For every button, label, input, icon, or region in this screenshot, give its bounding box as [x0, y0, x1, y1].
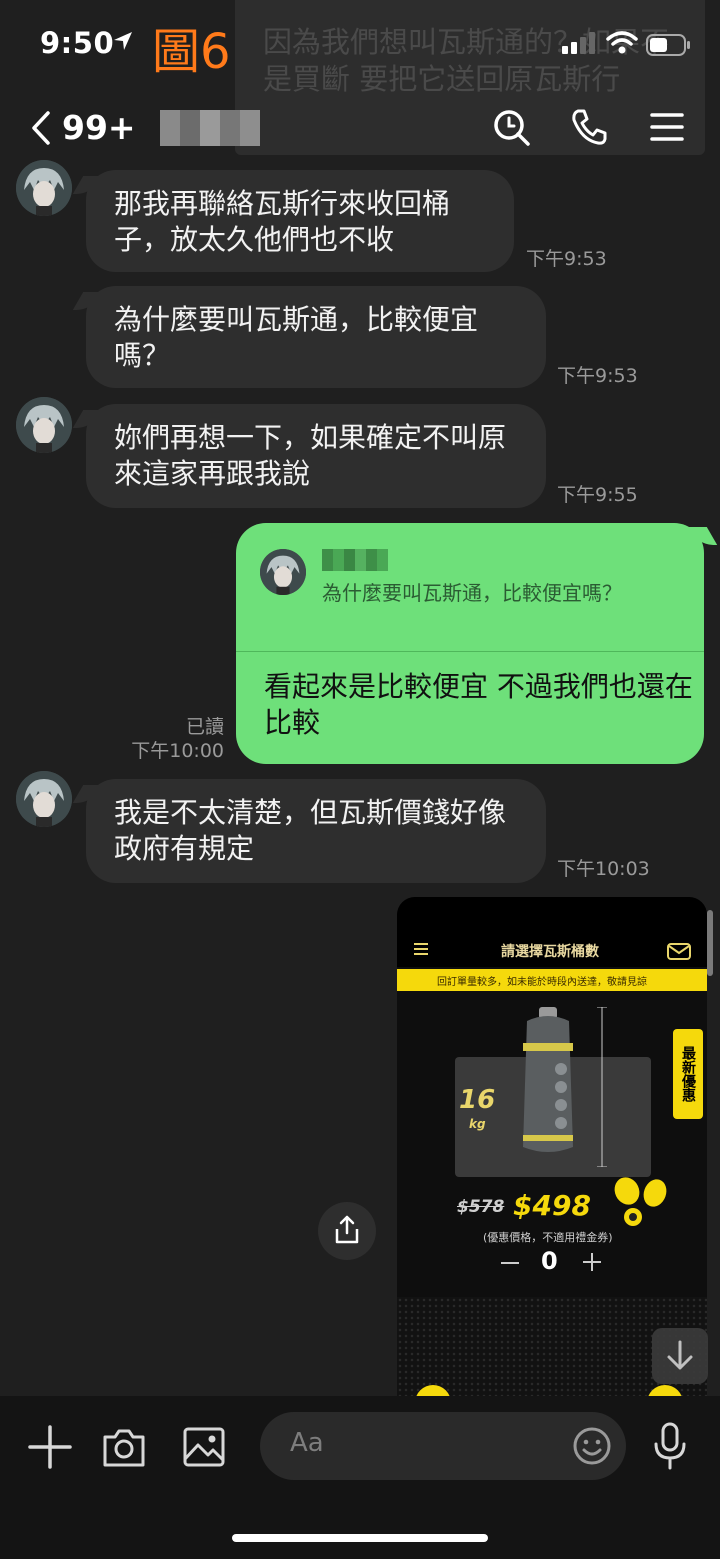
minus-icon: [501, 1262, 519, 1264]
image-title: 請選擇瓦斯桶數: [501, 944, 599, 960]
phone-icon[interactable]: [570, 108, 608, 146]
avatar[interactable]: [16, 397, 72, 453]
gallery-icon[interactable]: [182, 1425, 226, 1469]
message-input[interactable]: Aa: [260, 1412, 626, 1480]
message-input-placeholder: Aa: [290, 1428, 324, 1458]
message-timestamp: 下午10:03: [557, 858, 650, 880]
message-timestamp: 下午10:00: [131, 740, 224, 762]
notification-banner[interactable]: 因為我們想叫瓦斯通的？如果不是買斷 要把它送回原瓦斯行: [235, 0, 705, 155]
plus-icon[interactable]: [28, 1425, 72, 1469]
battery-icon: [646, 34, 690, 56]
avatar[interactable]: [16, 771, 72, 827]
wifi-icon: [606, 31, 638, 54]
lightbulb-icon: [614, 1177, 667, 1226]
signal-icon: [562, 32, 595, 54]
search-icon[interactable]: [492, 108, 532, 148]
price-note: (優惠價格，不適用禮金券): [483, 1231, 613, 1244]
gas-tank-image: [523, 1007, 573, 1152]
read-status: 已讀: [185, 716, 224, 738]
tank-weight: 16: [459, 1085, 496, 1115]
message-text: 我是不太清楚，但瓦斯價錢好像政府有規定: [114, 796, 507, 865]
message-bubble-incoming[interactable]: 為什麼要叫瓦斯通，比較便宜嗎？: [86, 286, 546, 388]
message-timestamp: 下午9:53: [557, 365, 638, 387]
promo-side-tag: 最新優惠: [673, 1029, 703, 1119]
sale-price: $498: [513, 1189, 591, 1222]
reply-avatar: [260, 549, 306, 595]
share-button[interactable]: [318, 1202, 376, 1260]
emoji-icon[interactable]: [572, 1426, 612, 1466]
message-text: 為什麼要叫瓦斯通，比較便宜嗎？: [114, 303, 479, 372]
mail-icon: [667, 943, 691, 960]
reply-sender-blurred: [322, 549, 388, 571]
back-chevron-icon[interactable]: [30, 110, 52, 146]
message-bubble-incoming[interactable]: 那我再聯絡瓦斯行來收回桶子，放太久他們也不收: [86, 170, 514, 272]
message-text: 妳們再想一下，如果確定不叫原來這家再跟我說: [114, 421, 507, 490]
scroll-down-button[interactable]: [652, 1328, 708, 1384]
tank-weight-unit: kg: [469, 1117, 486, 1131]
avatar[interactable]: [16, 160, 72, 216]
contact-name-blurred: [160, 110, 260, 146]
camera-icon[interactable]: [102, 1425, 146, 1469]
unread-count[interactable]: 99+: [62, 108, 136, 147]
message-timestamp: 下午9:53: [526, 248, 607, 270]
message-timestamp: 下午9:55: [557, 484, 638, 506]
quantity-value: 0: [541, 1247, 558, 1275]
menu-icon[interactable]: [650, 112, 684, 142]
share-icon: [335, 1215, 359, 1244]
location-arrow-icon: [114, 32, 132, 50]
original-price: $578: [457, 1197, 505, 1217]
scroll-down-icon: [667, 1340, 693, 1370]
message-bubble-outgoing[interactable]: 為什麼要叫瓦斯通，比較便宜嗎？ 看起來是比較便宜 不過我們也還在比較: [236, 523, 704, 764]
message-text: 看起來是比較便宜 不過我們也還在比較: [264, 670, 693, 739]
reply-divider: [236, 651, 704, 652]
message-bubble-incoming[interactable]: 妳們再想一下，如果確定不叫原來這家再跟我說: [86, 404, 546, 508]
figure-label: 圖6: [152, 24, 231, 80]
reply-quote-text: 為什麼要叫瓦斯通，比較便宜嗎？: [322, 581, 622, 605]
plus-icon: [583, 1253, 601, 1271]
image-banner-text: 回訂單量較多，如未能於時段內送達，敬請見諒: [437, 977, 647, 988]
scrollbar[interactable]: [707, 910, 713, 976]
menu-icon: [414, 943, 428, 955]
home-indicator[interactable]: [232, 1534, 488, 1542]
status-time: 9:50: [40, 26, 115, 60]
message-bubble-incoming[interactable]: 我是不太清楚，但瓦斯價錢好像政府有規定: [86, 779, 546, 883]
microphone-icon[interactable]: [652, 1422, 688, 1470]
message-text: 那我再聯絡瓦斯行來收回桶子，放太久他們也不收: [114, 187, 451, 256]
height-dimension-line: [597, 1007, 607, 1167]
